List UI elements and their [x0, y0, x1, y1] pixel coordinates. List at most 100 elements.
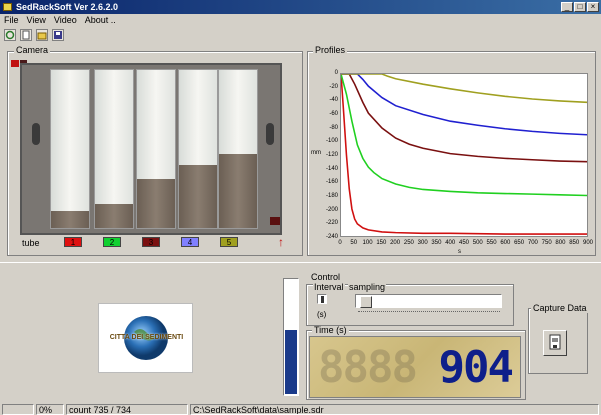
- y-tick-label: -120: [325, 152, 338, 158]
- menu-bar: File View Video About ..: [0, 14, 601, 27]
- y-tick-label: -180: [325, 193, 338, 199]
- x-tick-label: 50: [350, 240, 358, 246]
- profile-series-5: [341, 74, 587, 104]
- new-icon[interactable]: [4, 29, 16, 41]
- capture-button[interactable]: [543, 330, 567, 356]
- camera-label: Camera: [14, 45, 51, 55]
- status-path: C:\SedRackSoft\data\sample.sdr: [190, 404, 599, 415]
- x-tick-label: 100: [362, 240, 373, 246]
- x-tick-label: 200: [390, 240, 401, 246]
- slider-ticks: [358, 311, 500, 314]
- status-count: count 735 / 734: [66, 404, 188, 415]
- tube-image-2: [94, 69, 134, 229]
- capture-label: Capture Data: [531, 303, 589, 313]
- minimize-button[interactable]: _: [561, 2, 573, 12]
- x-tick-label: 250: [403, 240, 414, 246]
- y-tick-label: -220: [325, 220, 338, 227]
- tube-legend-3[interactable]: 3: [142, 237, 160, 247]
- profile-series-3: [341, 74, 587, 163]
- x-axis-label: s: [458, 249, 461, 255]
- level-marker[interactable]: [270, 217, 280, 225]
- capture-icon: [549, 334, 561, 350]
- x-tick-label: 600: [500, 240, 511, 246]
- tube-legend-2[interactable]: 2: [103, 237, 121, 247]
- x-tick-label: 500: [472, 240, 483, 246]
- y-tick-label: -80: [329, 124, 338, 131]
- profile-series-2: [341, 74, 587, 197]
- x-tick-label: 650: [514, 240, 525, 246]
- x-tick-label: 700: [527, 240, 538, 246]
- left-clamp: [32, 123, 40, 145]
- y-tick-label: -140: [325, 165, 338, 172]
- interval-spinner[interactable]: [317, 294, 327, 304]
- logo: CITTA DEI SEDIMENTI: [98, 303, 193, 373]
- x-tick-label: 750: [541, 240, 552, 246]
- time-label: Time (s): [312, 325, 349, 335]
- tube-image-4: [178, 69, 218, 229]
- sediment-4: [179, 164, 217, 228]
- level-bar-fill: [285, 330, 297, 394]
- control-label: Control: [311, 272, 341, 282]
- profiles-label: Profiles: [313, 45, 348, 55]
- sampling-slider[interactable]: [355, 294, 502, 308]
- toolbar: [0, 27, 601, 43]
- x-tick-label: 350: [431, 240, 442, 246]
- profile-series-1: [341, 74, 587, 235]
- sediment-5: [219, 153, 257, 228]
- sampling-label: sampling: [348, 282, 387, 292]
- menu-view[interactable]: View: [23, 14, 50, 27]
- y-tick-label: -100: [325, 138, 338, 145]
- window-title: SedRackSoft Ver 2.6.2.0: [16, 2, 119, 12]
- x-tick-label: 800: [555, 240, 566, 246]
- save-icon[interactable]: [52, 29, 64, 41]
- title-bar: SedRackSoft Ver 2.6.2.0: [0, 0, 601, 14]
- status-percent: 0%: [36, 404, 64, 415]
- x-tick-label: 300: [417, 240, 428, 246]
- x-tick-label: 850: [569, 240, 580, 246]
- interval-label: Interval: [313, 282, 345, 292]
- x-tick-label: 450: [458, 240, 469, 246]
- profile-series-4: [341, 74, 587, 136]
- y-tick-label: -40: [329, 97, 338, 104]
- sediment-1: [51, 210, 89, 228]
- sediment-2: [95, 204, 133, 228]
- tube-legend-label: tube: [22, 238, 40, 248]
- time-ghost-digits: 8888: [318, 342, 418, 393]
- tube-legend-4[interactable]: 4: [181, 237, 199, 247]
- profiles-plot: [340, 73, 588, 237]
- divider: [0, 262, 601, 263]
- app-icon: [3, 3, 12, 11]
- y-tick-label: -20: [329, 83, 338, 90]
- right-clamp: [266, 123, 274, 145]
- tube-legend-1[interactable]: 1: [64, 237, 82, 247]
- maximize-button[interactable]: □: [574, 2, 586, 12]
- tube-image-1: [50, 69, 90, 229]
- x-tick-label: 400: [445, 240, 456, 246]
- logo-text: CITTA DEI SEDIMENTI: [109, 334, 184, 341]
- close-button[interactable]: ×: [587, 2, 599, 12]
- time-display: 8888 904: [309, 336, 521, 398]
- x-tick-label: 900: [582, 240, 593, 246]
- y-tick-label: -160: [325, 179, 338, 186]
- menu-video[interactable]: Video: [50, 14, 81, 27]
- y-tick-label: -200: [325, 206, 338, 213]
- tube-legend-5[interactable]: 5: [220, 237, 238, 247]
- level-bar: [283, 278, 299, 396]
- tube-image-5: [218, 69, 258, 229]
- red-marker-icon[interactable]: [11, 60, 19, 67]
- menu-about[interactable]: About ..: [81, 14, 120, 27]
- sediment-3: [137, 179, 175, 228]
- x-tick-label: 0: [338, 240, 342, 246]
- menu-file[interactable]: File: [0, 14, 23, 27]
- time-value: 904: [438, 342, 514, 393]
- arrow-up-icon[interactable]: ↑: [275, 236, 287, 250]
- y-tick-label: 0: [334, 70, 338, 76]
- camera-view: [20, 63, 282, 235]
- status-blank: [2, 404, 34, 415]
- open-folder-icon[interactable]: [36, 29, 48, 41]
- document-icon[interactable]: [20, 29, 32, 41]
- interval-unit: (s): [317, 310, 327, 319]
- x-tick-label: 150: [376, 240, 387, 246]
- tube-image-3: [136, 69, 176, 229]
- slider-thumb[interactable]: [360, 296, 372, 308]
